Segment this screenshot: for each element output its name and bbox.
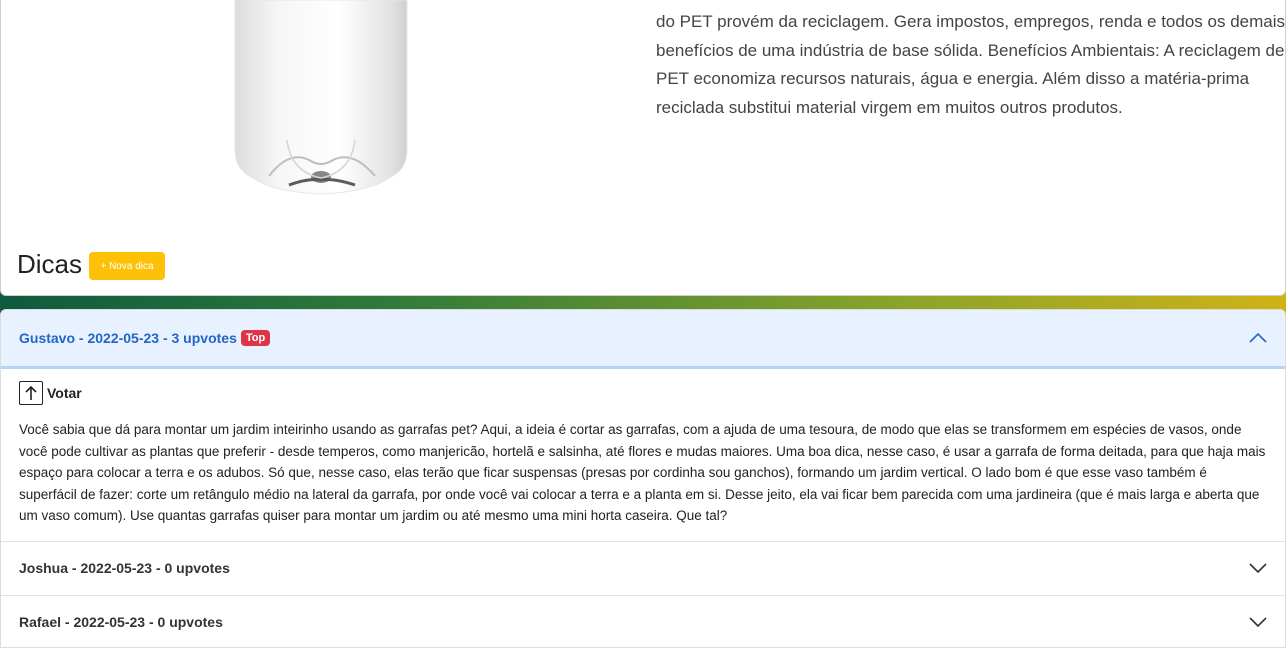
product-card: do PET provém da reciclagem. Gera impost… <box>0 0 1286 296</box>
tip-body-gustavo: Votar Você sabia que dá para montar um j… <box>1 369 1285 541</box>
tip-header-gustavo[interactable]: Gustavo - 2022-05-23 - 3 upvotes Top <box>1 310 1285 369</box>
chevron-down-icon[interactable] <box>1249 617 1267 627</box>
tip-text: Você sabia que dá para montar um jardim … <box>19 422 1266 523</box>
chevron-down-icon[interactable] <box>1249 563 1267 573</box>
tips-title: Dicas <box>17 248 83 279</box>
vote-button[interactable]: Votar <box>19 381 1267 405</box>
tips-header: Dicas + Nova dica <box>17 248 166 280</box>
product-description: do PET provém da reciclagem. Gera impost… <box>656 12 1285 117</box>
vote-label[interactable]: Votar <box>47 385 82 401</box>
tip-header-joshua[interactable]: Joshua - 2022-05-23 - 0 upvotes <box>1 540 1285 595</box>
pet-bottle-image <box>234 0 408 195</box>
arrow-up-icon[interactable] <box>19 381 43 405</box>
tip-header-text: Gustavo - 2022-05-23 - 3 upvotes <box>19 330 237 346</box>
top-badge: Top <box>240 330 271 346</box>
tip-header-text: Rafael - 2022-05-23 - 0 upvotes <box>19 614 223 630</box>
tip-header-text: Joshua - 2022-05-23 - 0 upvotes <box>19 560 230 576</box>
new-tip-button[interactable]: + Nova dica <box>89 252 166 280</box>
tip-header-rafael[interactable]: Rafael - 2022-05-23 - 0 upvotes <box>1 594 1285 648</box>
tips-accordion: Gustavo - 2022-05-23 - 3 upvotes Top Vot… <box>0 309 1286 648</box>
chevron-up-icon[interactable] <box>1249 333 1267 343</box>
